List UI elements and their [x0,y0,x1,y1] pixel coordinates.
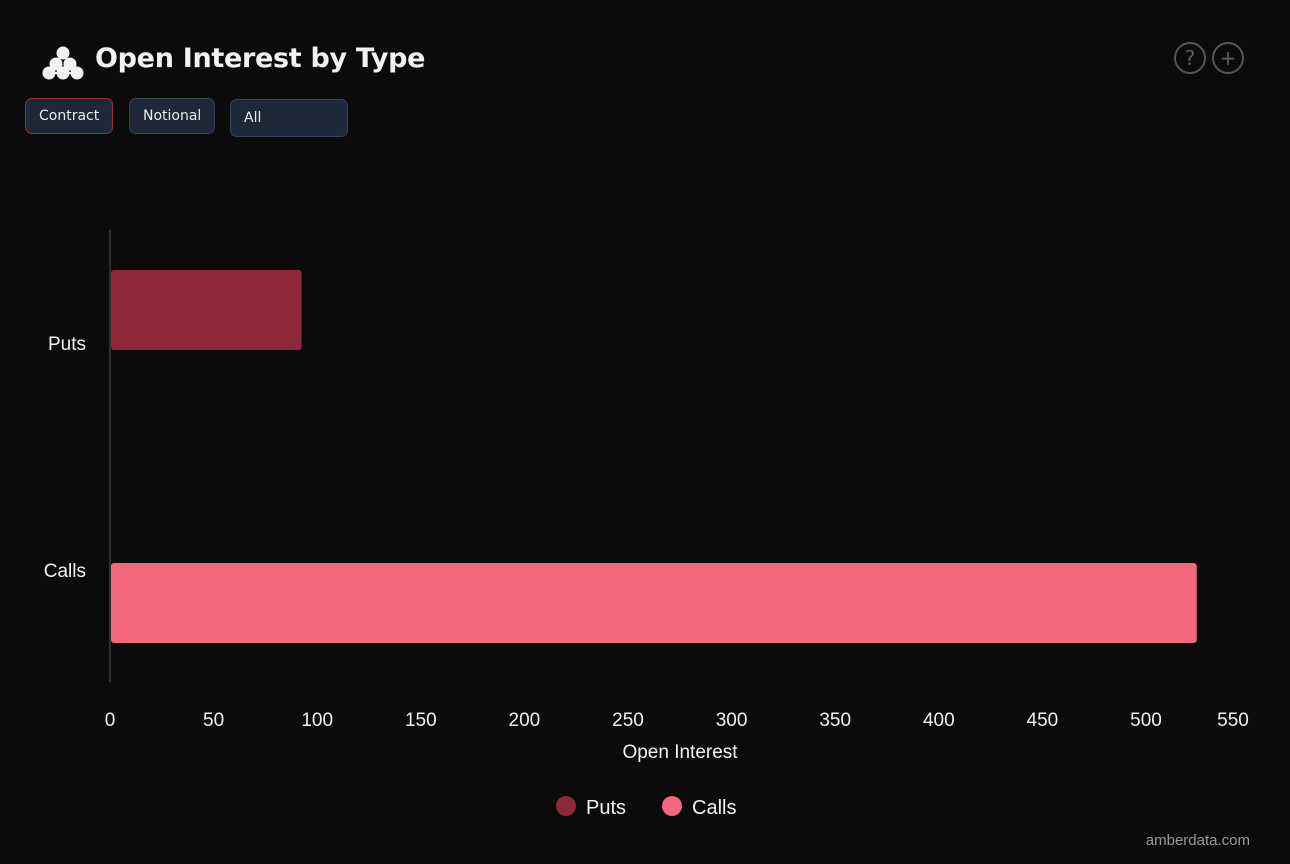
bar-puts[interactable] [111,270,302,350]
x-tick-label: 400 [923,710,955,731]
bar-calls[interactable] [111,563,1197,643]
legend-label-puts[interactable]: Puts [586,797,626,819]
x-tick-label: 50 [203,710,224,731]
category-label: Puts [48,334,86,355]
legend-marker-calls[interactable] [662,796,682,816]
x-tick-label: 150 [405,710,437,731]
x-tick-label: 200 [509,710,541,731]
legend-label-calls[interactable]: Calls [692,797,736,819]
x-tick-label: 100 [301,710,333,731]
x-axis-label: Open Interest [622,742,738,763]
x-tick-label: 350 [819,710,851,731]
x-tick-label: 550 [1217,710,1249,731]
x-tick-label: 300 [716,710,748,731]
watermark: amberdata.com [1145,832,1250,849]
x-tick-label: 0 [105,710,116,731]
x-tick-label: 500 [1130,710,1162,731]
legend-marker-puts[interactable] [556,796,576,816]
x-tick-label: 450 [1027,710,1059,731]
bar-chart: Puts Calls 0 50 100 150 200 250 300 350 400 450 500… [44,230,1249,819]
category-label: Calls [44,561,86,582]
x-tick-label: 250 [612,710,644,731]
